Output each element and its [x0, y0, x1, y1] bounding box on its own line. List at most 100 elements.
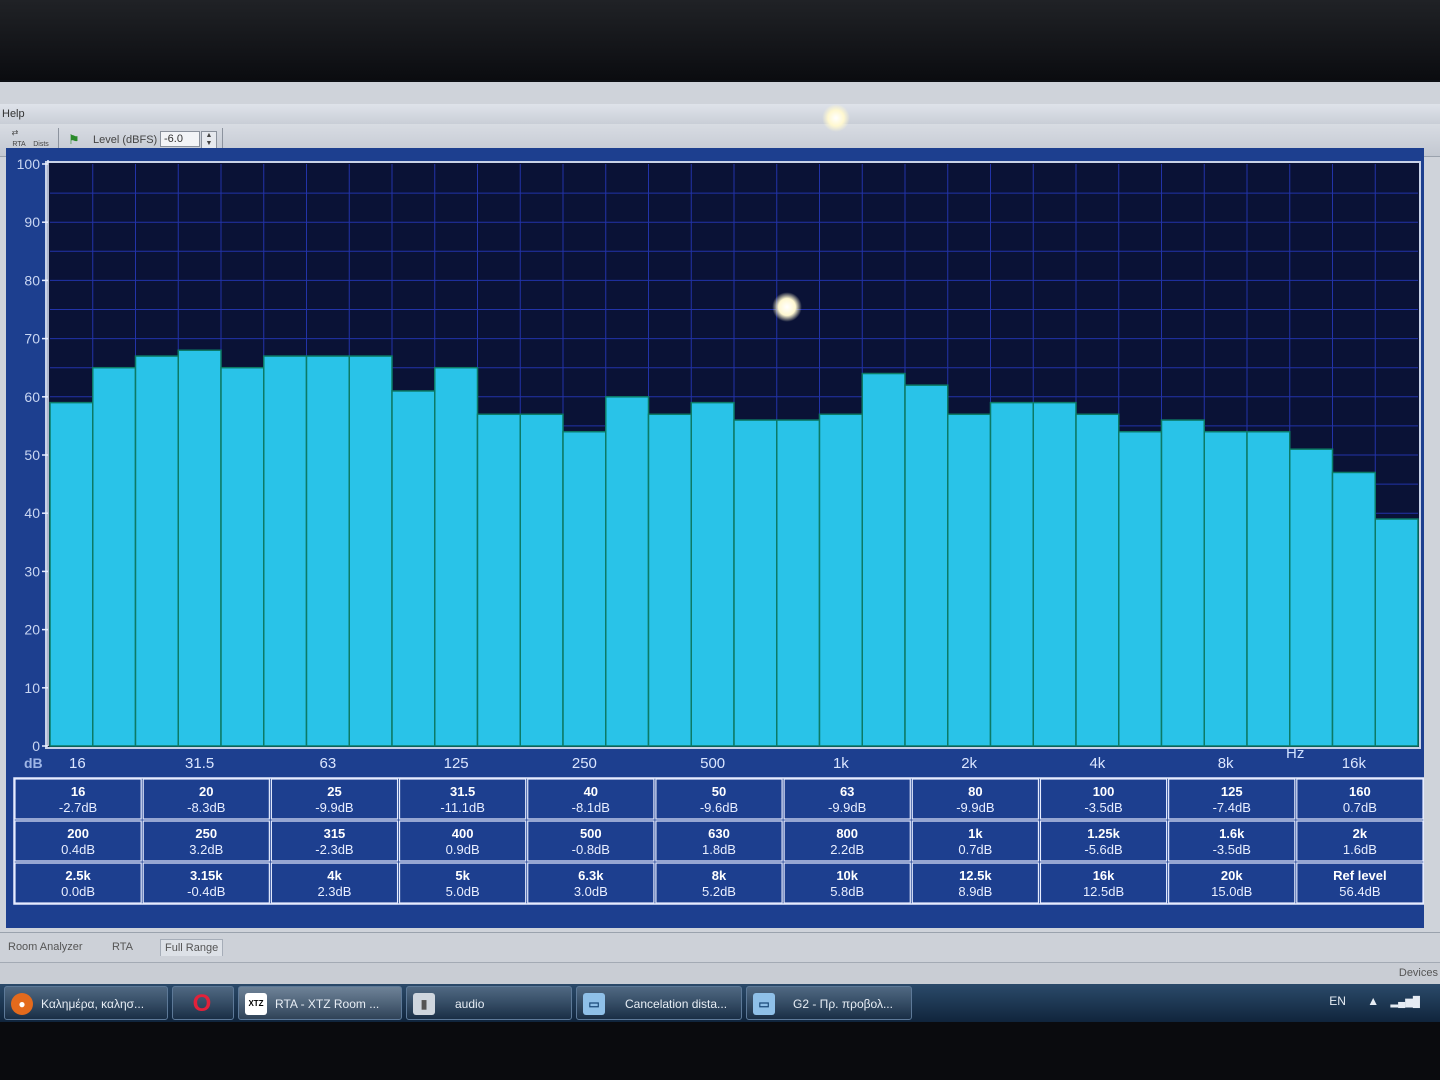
- eq-cell-db: -0.8dB: [572, 842, 610, 857]
- eq-cell-db: -9.9dB: [315, 800, 353, 815]
- eq-cell-freq: 80: [968, 784, 982, 799]
- eq-cell-db: -11.1dB: [440, 800, 485, 815]
- menu-help[interactable]: Help: [2, 108, 25, 120]
- bar-1.25k: [861, 372, 906, 747]
- eq-cell-freq: 630: [708, 826, 730, 841]
- y-axis-label: dB: [24, 755, 43, 771]
- eq-cell-db: 0.7dB: [1343, 800, 1377, 815]
- eq-cell-freq: 31.5: [450, 784, 475, 799]
- eq-cell-db: -3.5dB: [1213, 842, 1251, 857]
- taskbar-rta-label: RTA - XTZ Room ...: [275, 997, 380, 1011]
- tab-room-analyzer[interactable]: Room Analyzer: [4, 939, 87, 955]
- tray-arrow-icon[interactable]: ▲: [1367, 994, 1379, 1008]
- bar-3.15k: [1032, 401, 1077, 747]
- taskbar-g2-label: G2 - Πρ. προβολ...: [793, 997, 893, 1011]
- monitor-bezel-top: [0, 0, 1440, 80]
- taskbar-g2[interactable]: ▭ G2 - Πρ. προβολ...: [746, 986, 912, 1020]
- taskbar-cancelation[interactable]: ▭ Cancelation dista...: [576, 986, 742, 1020]
- tab-full-range[interactable]: Full Range: [160, 939, 224, 956]
- bar-500: [690, 401, 735, 747]
- y-tick-label: 80: [24, 272, 40, 288]
- taskbar-firefox[interactable]: ● Καλημέρα, καλησ...: [4, 986, 168, 1020]
- taskbar-firefox-label: Καλημέρα, καλησ...: [41, 997, 145, 1011]
- eq-cell-freq: 50: [712, 784, 726, 799]
- level-label: Level (dBFS): [93, 134, 158, 146]
- y-tick-label: 20: [24, 622, 40, 638]
- taskbar-opera[interactable]: O: [172, 986, 234, 1020]
- flag-icon[interactable]: ⚑: [68, 133, 82, 147]
- bar-250: [562, 430, 607, 747]
- tab-strip: Room Analyzer RTA Full Range: [0, 932, 1440, 963]
- rta-chart: 0102030405060708090100 16 31.5 63 125 250 500…: [13, 156, 1425, 905]
- eq-cell-db: -0.4dB: [187, 884, 225, 899]
- eq-cell-freq: 200: [67, 826, 89, 841]
- eq-cell-freq: 2.5k: [65, 868, 91, 883]
- menu-bar: Help: [0, 104, 1440, 124]
- bar-400: [647, 413, 692, 747]
- x-tick-label: 63: [320, 755, 337, 772]
- light-reflection: [822, 104, 850, 132]
- eq-cell-db: 1.8dB: [702, 842, 736, 857]
- eq-cell-db: -2.7dB: [59, 800, 97, 815]
- level-spinner[interactable]: ▲ ▼: [201, 131, 217, 149]
- window-icon: ▭: [753, 993, 775, 1015]
- eq-cell-db: -7.4dB: [1213, 800, 1251, 815]
- bar-20k: [1374, 518, 1419, 747]
- taskbar-audio[interactable]: ▮ audio: [406, 986, 572, 1020]
- eq-cell-db: 1.6dB: [1343, 842, 1377, 857]
- bar-20: [92, 366, 137, 747]
- eq-cell-freq: 6.3k: [578, 868, 604, 883]
- signal-icon[interactable]: ▂▄▆█: [1390, 997, 1420, 1008]
- language-indicator[interactable]: EN: [1329, 994, 1346, 1008]
- eq-cell-freq: 4k: [327, 868, 342, 883]
- x-tick-label: 1k: [833, 755, 849, 772]
- taskbar: ● Καλημέρα, καλησ... O XTZ RTA - XTZ Roo…: [0, 984, 1440, 1022]
- x-axis: 16 31.5 63 125 250 500 1k 2k 4k 8k 16k: [69, 755, 1366, 772]
- eq-table: 16-2.7dB20-8.3dB25-9.9dB31.5-11.1dB40-8.…: [13, 777, 1425, 905]
- eq-cell-db: 2.3dB: [317, 884, 351, 899]
- eq-cell-freq: 16k: [1093, 868, 1115, 883]
- eq-cell-db: 5.8dB: [830, 884, 864, 899]
- x-tick-label: 8k: [1218, 755, 1234, 772]
- eq-cell-freq: 800: [836, 826, 858, 841]
- eq-cell-db: 0.7dB: [958, 842, 992, 857]
- eq-cell-freq: 10k: [836, 868, 858, 883]
- bar-10k: [1246, 430, 1291, 747]
- eq-cell-freq: 500: [580, 826, 602, 841]
- eq-cell-db: -5.6dB: [1084, 842, 1122, 857]
- light-reflection: [772, 292, 802, 322]
- tab-rta[interactable]: RTA: [108, 939, 137, 955]
- eq-cell-freq: 5k: [455, 868, 470, 883]
- bar-2k: [947, 413, 992, 747]
- taskbar-cancelation-label: Cancelation dista...: [625, 997, 728, 1011]
- x-tick-label: 250: [572, 755, 597, 772]
- bar-1k: [818, 413, 863, 747]
- taskbar-audio-label: audio: [455, 997, 485, 1011]
- x-tick-label: 125: [444, 755, 469, 772]
- eq-cell-db: 3.0dB: [574, 884, 608, 899]
- bar-16: [49, 401, 94, 747]
- bar-630: [733, 419, 778, 747]
- bar-2.5k: [989, 401, 1034, 747]
- eq-cell-freq: 3.15k: [190, 868, 223, 883]
- bar-80: [348, 355, 393, 747]
- y-tick-label: 30: [24, 563, 40, 579]
- taskbar-rta-xtz[interactable]: XTZ RTA - XTZ Room ...: [238, 986, 402, 1020]
- bar-31.5: [177, 349, 222, 747]
- y-tick-label: 50: [24, 447, 40, 463]
- bar-6.3k: [1160, 419, 1205, 747]
- eq-cell-freq: 63: [840, 784, 854, 799]
- status-devices[interactable]: Devices: [1399, 967, 1438, 979]
- bar-25: [134, 355, 179, 747]
- monitor-bezel-bottom: [0, 1022, 1440, 1080]
- bar-160: [476, 413, 521, 747]
- eq-cell-db: 0.9dB: [446, 842, 480, 857]
- level-input[interactable]: -6.0: [160, 131, 200, 147]
- eq-cell-freq: 12.5k: [959, 868, 992, 883]
- bar-16k: [1331, 471, 1376, 747]
- analyzer-panel: 0 10 20 30 40 50 60 70 80 90 100 16 31.5 63 125 250 500…: [6, 148, 1425, 928]
- eq-cell-freq: 16: [71, 784, 85, 799]
- eq-cell-db: 12.5dB: [1083, 884, 1124, 899]
- eq-cell-freq: 1k: [968, 826, 983, 841]
- x-tick-label: 4k: [1089, 755, 1105, 772]
